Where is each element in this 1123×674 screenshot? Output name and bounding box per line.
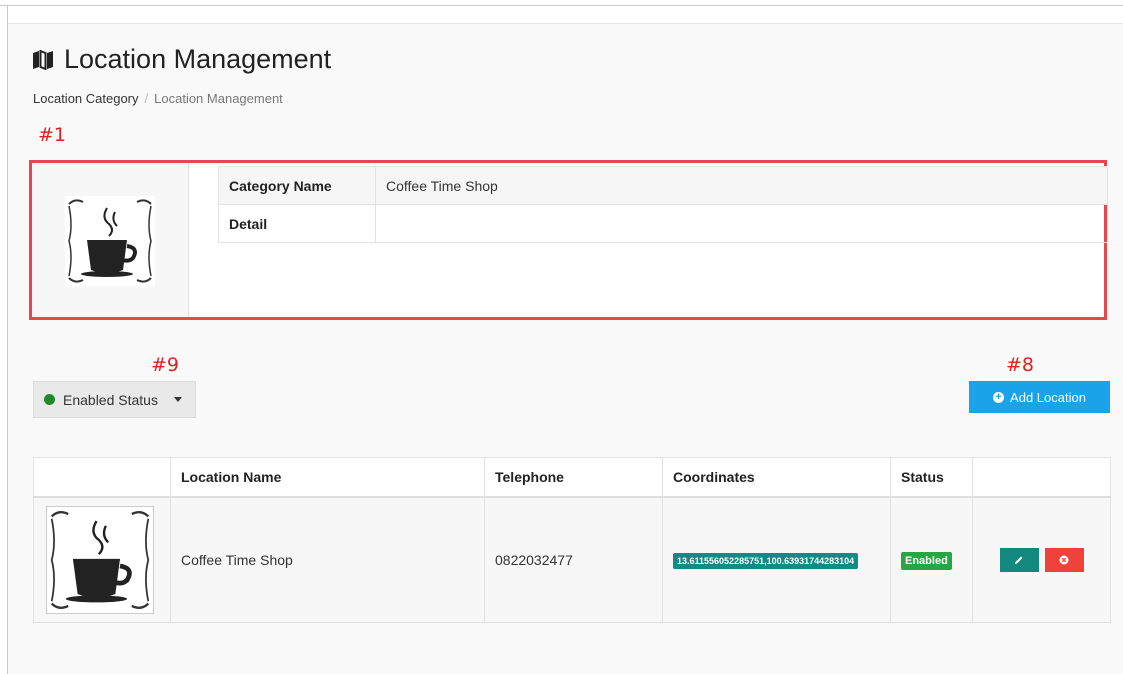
annotation-label: #9	[151, 354, 180, 376]
header-status: Status	[890, 457, 973, 498]
breadcrumb: Location Category / Location Management	[33, 91, 283, 106]
annotation-label: #8	[1006, 354, 1035, 376]
telephone-value: 0822032477	[495, 552, 573, 568]
breadcrumb-separator: /	[144, 91, 149, 106]
table-header-row: Location Name Telephone Coordinates Stat…	[33, 457, 1111, 498]
coffee-time-logo	[65, 196, 155, 286]
header-location-name: Location Name	[170, 457, 485, 498]
close-circle-icon	[1059, 555, 1069, 565]
table-row: Coffee Time Shop 0822032477 13.611556052…	[33, 496, 1111, 623]
edit-button[interactable]	[999, 548, 1039, 572]
annotation-label: #1	[38, 124, 67, 146]
coordinates-badge[interactable]: 13.611556052285751,100.63931744283104	[673, 553, 859, 569]
coffee-time-logo	[46, 506, 154, 614]
page-title: Location Management	[32, 44, 331, 75]
status-badge: Enabled	[901, 551, 952, 570]
actions-cell	[972, 496, 1111, 623]
category-image-cell	[32, 163, 189, 317]
category-detail-label: Detail	[218, 204, 376, 243]
top-bar	[8, 6, 1123, 24]
page-title-text: Location Management	[64, 44, 332, 74]
category-name-value: Coffee Time Shop	[375, 166, 1108, 205]
pencil-icon	[1015, 556, 1023, 564]
location-name: Coffee Time Shop	[181, 552, 293, 568]
header-coordinates: Coordinates	[662, 457, 891, 498]
breadcrumb-item-location-category[interactable]: Location Category	[33, 91, 139, 106]
location-name-cell: Coffee Time Shop	[170, 496, 485, 623]
telephone-cell: 0822032477	[484, 496, 663, 623]
add-location-label: Add Location	[1010, 389, 1086, 405]
status-filter-label: Enabled Status	[63, 391, 158, 408]
header-telephone: Telephone	[484, 457, 663, 498]
caret-down-icon	[173, 397, 182, 402]
delete-button[interactable]	[1044, 548, 1084, 572]
table-row: Detail	[218, 204, 1108, 243]
status-dot-icon	[44, 394, 55, 405]
header-image	[33, 457, 171, 498]
locations-table: Location Name Telephone Coordinates Stat…	[33, 457, 1111, 623]
table-row: Category Name Coffee Time Shop	[218, 166, 1108, 205]
breadcrumb-item-current: Location Management	[154, 91, 283, 106]
add-location-button[interactable]: + Add Location	[969, 381, 1110, 413]
category-detail-value	[375, 204, 1108, 243]
map-icon	[32, 49, 54, 70]
header-actions	[972, 457, 1111, 498]
status-filter-dropdown[interactable]: Enabled Status	[33, 381, 196, 418]
location-image-cell	[33, 496, 171, 623]
row-actions	[983, 548, 1100, 572]
status-cell: Enabled	[890, 496, 973, 623]
coordinates-cell: 13.611556052285751,100.63931744283104	[662, 496, 891, 623]
category-name-label: Category Name	[218, 166, 376, 205]
plus-circle-icon: +	[993, 391, 1005, 403]
category-details-table: Category Name Coffee Time Shop Detail	[218, 166, 1108, 243]
category-info-panel: Category Name Coffee Time Shop Detail	[29, 160, 1108, 320]
